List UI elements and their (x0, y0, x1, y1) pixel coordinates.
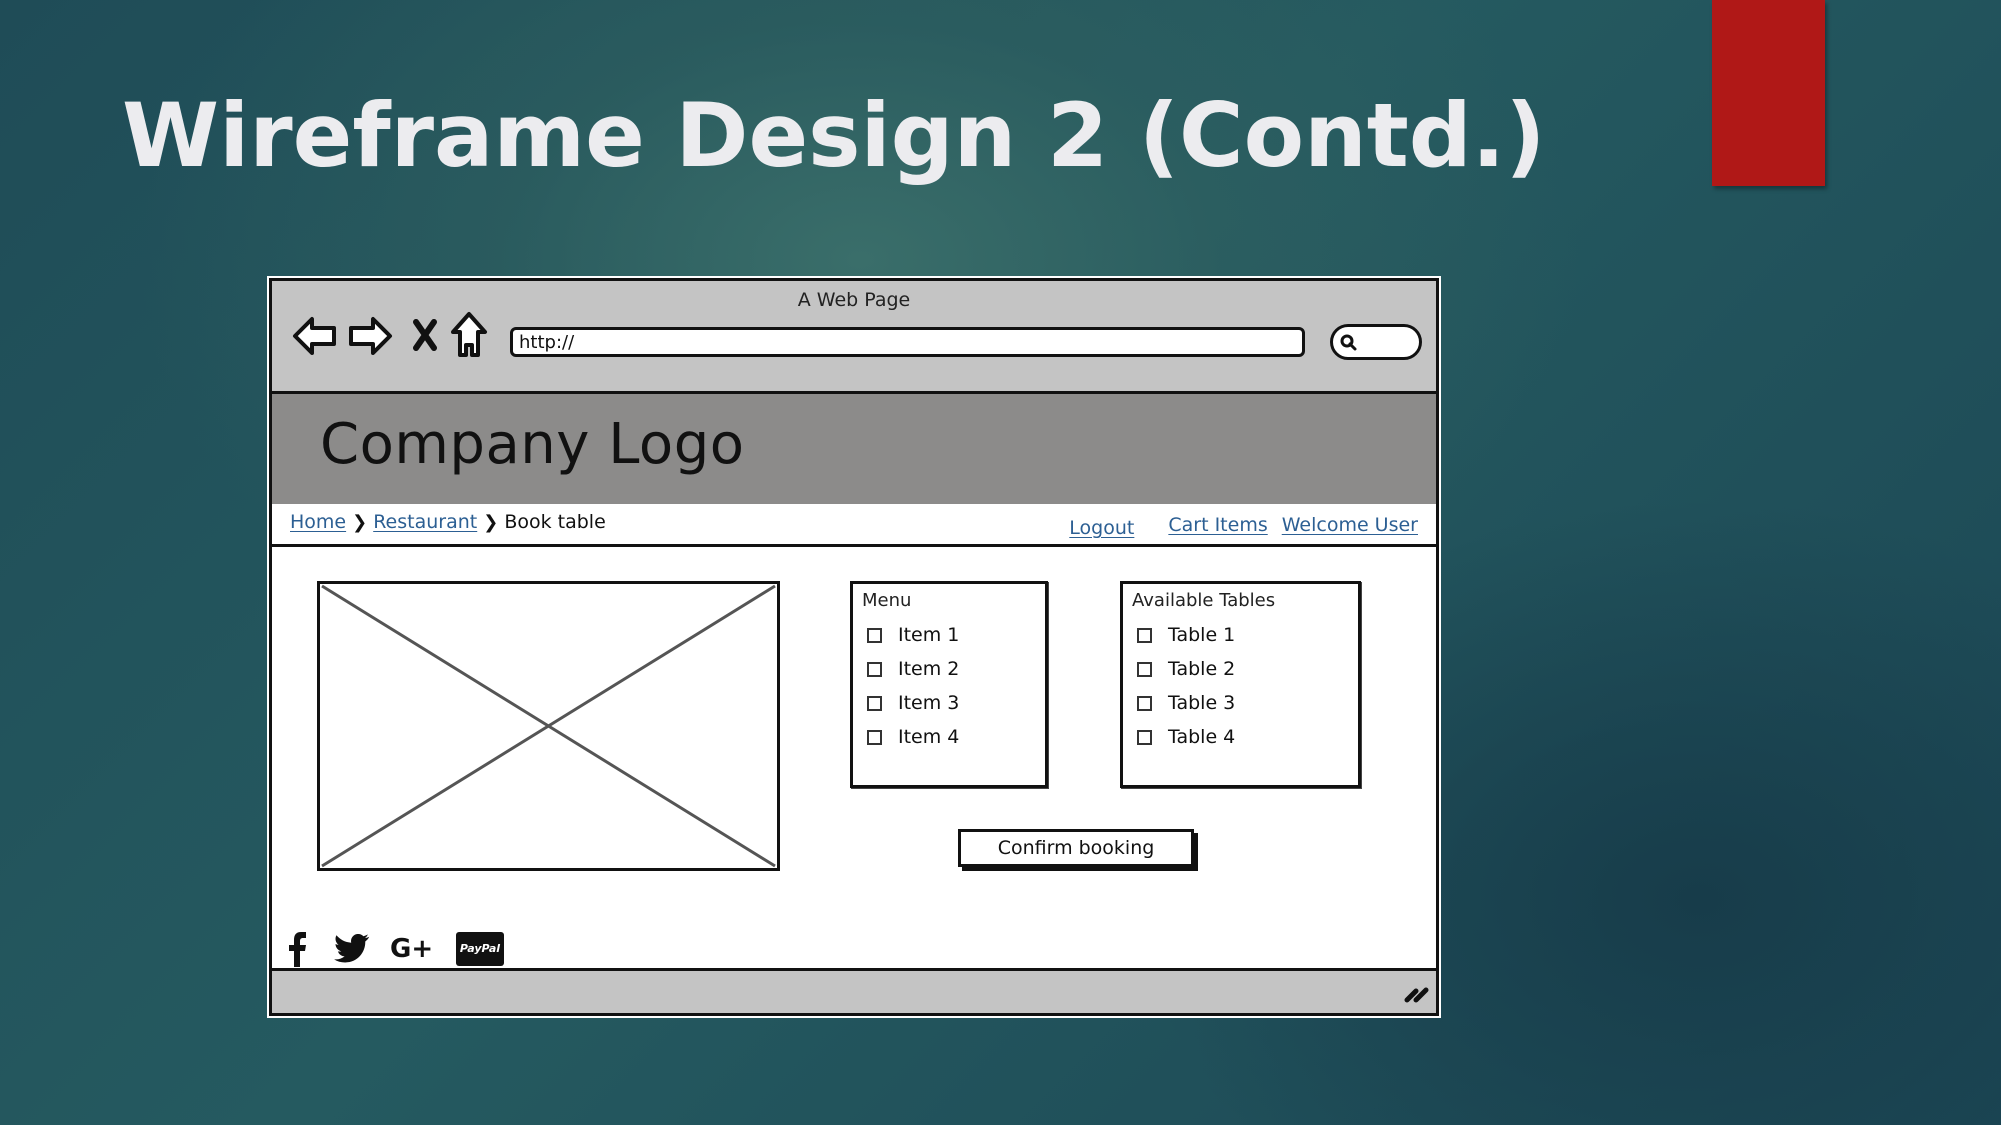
navigation-bar: Home ❯ Restaurant ❯ Book table Logout Ca… (272, 504, 1436, 547)
checkbox[interactable] (1137, 661, 1152, 677)
chevron-right-icon: ❯ (352, 511, 368, 533)
site-header: Company Logo (272, 394, 1436, 504)
stop-icon[interactable] (412, 319, 438, 355)
menu-item-label: Item 3 (898, 692, 960, 714)
checkbox[interactable] (867, 695, 882, 711)
user-links: Logout Cart Items Welcome User (1069, 514, 1418, 539)
twitter-icon[interactable] (334, 929, 370, 969)
checkbox[interactable] (1137, 627, 1152, 643)
menu-item[interactable]: Item 1 (867, 624, 959, 646)
table-item[interactable]: Table 2 (1137, 658, 1235, 680)
google-plus-icon[interactable]: G+ (390, 929, 433, 969)
menu-panel-title: Menu (862, 590, 912, 611)
status-bar (272, 968, 1436, 1013)
window-title: A Web Page (797, 289, 911, 311)
search-button[interactable] (1330, 324, 1422, 360)
table-item[interactable]: Table 1 (1137, 624, 1235, 646)
checkbox[interactable] (867, 729, 882, 745)
paypal-label: PayPal (456, 932, 504, 966)
table-item-label: Table 1 (1168, 624, 1236, 646)
slide-title: Wireframe Design 2 (Contd.) (122, 84, 1546, 187)
chevron-right-icon: ❯ (483, 511, 499, 533)
wireframe-browser-window: A Web Page http:// Company Logo Home ❯ R… (269, 278, 1439, 1016)
menu-panel: Menu Item 1 Item 2 Item 3 Item 4 (850, 581, 1048, 788)
resize-grip-icon[interactable] (1404, 981, 1430, 1007)
menu-item[interactable]: Item 3 (867, 692, 959, 714)
company-logo: Company Logo (320, 412, 745, 477)
breadcrumb: Home ❯ Restaurant ❯ Book table (290, 511, 606, 533)
breadcrumb-current: Book table (504, 511, 606, 533)
tables-panel-title: Available Tables (1132, 590, 1276, 611)
checkbox[interactable] (1137, 729, 1152, 745)
breadcrumb-home[interactable]: Home (290, 511, 346, 533)
available-tables-panel: Available Tables Table 1 Table 2 Table 3… (1120, 581, 1361, 788)
table-item-label: Table 2 (1168, 658, 1236, 680)
facebook-icon[interactable] (286, 929, 308, 969)
confirm-booking-button[interactable]: Confirm booking (958, 829, 1194, 867)
menu-item-label: Item 2 (898, 658, 960, 680)
menu-item[interactable]: Item 2 (867, 658, 959, 680)
forward-arrow-icon[interactable] (347, 315, 393, 361)
menu-item-label: Item 1 (898, 624, 960, 646)
checkbox[interactable] (867, 661, 882, 677)
welcome-user-link[interactable]: Welcome User (1282, 514, 1418, 536)
browser-chrome: A Web Page http:// (272, 281, 1436, 394)
table-item[interactable]: Table 4 (1137, 726, 1235, 748)
back-arrow-icon[interactable] (292, 315, 338, 361)
image-placeholder (317, 581, 780, 871)
logout-link[interactable]: Logout (1069, 517, 1134, 539)
table-item[interactable]: Table 3 (1137, 692, 1235, 714)
table-item-label: Table 4 (1168, 726, 1236, 748)
paypal-icon[interactable]: PayPal (456, 929, 504, 969)
menu-item-label: Item 4 (898, 726, 960, 748)
search-icon (1340, 334, 1357, 351)
menu-item[interactable]: Item 4 (867, 726, 959, 748)
breadcrumb-restaurant[interactable]: Restaurant (373, 511, 477, 533)
accent-bar (1712, 0, 1825, 186)
home-icon[interactable] (450, 311, 488, 363)
checkbox[interactable] (867, 627, 882, 643)
cart-items-link[interactable]: Cart Items (1168, 514, 1267, 536)
url-input[interactable]: http:// (510, 327, 1305, 357)
checkbox[interactable] (1137, 695, 1152, 711)
table-item-label: Table 3 (1168, 692, 1236, 714)
